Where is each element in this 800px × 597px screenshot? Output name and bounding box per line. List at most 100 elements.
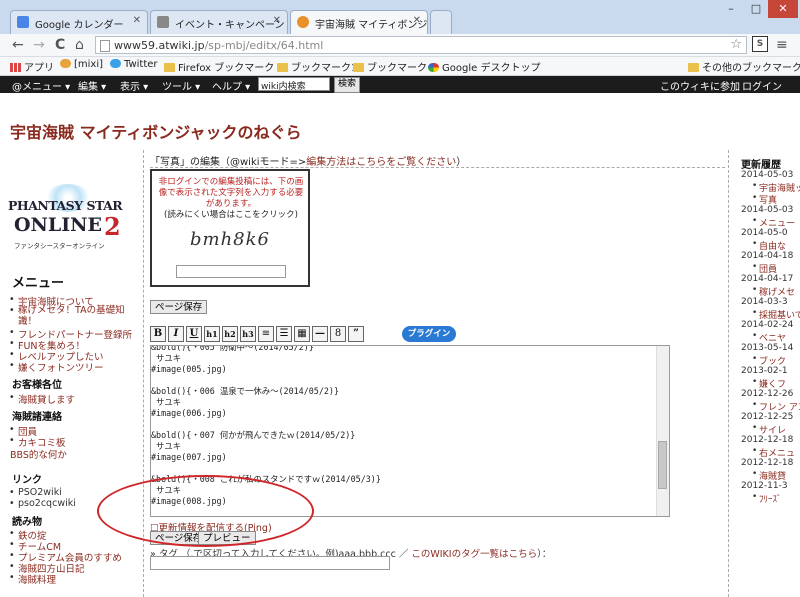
url-text: www59.atwiki.jp/sp-mbj/editx/64.html bbox=[114, 39, 323, 52]
menu-at-menu[interactable]: @メニュー ▾ bbox=[12, 78, 70, 93]
menu-view[interactable]: 表示 ▾ bbox=[120, 78, 148, 93]
captcha-input[interactable] bbox=[176, 265, 286, 278]
menu-item-meseta[interactable]: 稼げメセタ！TAの基礎知識！ bbox=[9, 305, 130, 327]
recent-item[interactable]: ﾌﾘｰｽﾞ bbox=[752, 492, 781, 505]
editor-scrollbar[interactable] bbox=[656, 346, 669, 516]
menu-heading: メニュー bbox=[12, 276, 65, 291]
h3-button[interactable]: h3 bbox=[240, 326, 256, 342]
bookmark-label: ブックマーク1 bbox=[291, 63, 358, 74]
close-icon[interactable]: ✕ bbox=[273, 15, 281, 26]
reload-icon[interactable]: C bbox=[55, 37, 65, 53]
url-host: www59.atwiki.jp bbox=[114, 39, 205, 52]
edit-header-suffix: ） bbox=[456, 157, 467, 168]
edit-header-prefix: 「写真」の編集（@wikiモード=> bbox=[150, 157, 307, 168]
close-window-button[interactable]: ✕ bbox=[768, 0, 798, 18]
h2-button[interactable]: h2 bbox=[222, 326, 238, 342]
bookmark-apps[interactable]: アプリ bbox=[10, 59, 54, 74]
recent-date: 2014-05-03 bbox=[741, 170, 794, 180]
reading-item-cooking[interactable]: 海賊料理 bbox=[9, 572, 56, 586]
google-icon bbox=[428, 63, 439, 72]
links-heading: リンク bbox=[12, 475, 42, 486]
recent-heading: 更新履歴 bbox=[741, 160, 781, 171]
quote-icon[interactable]: ” bbox=[348, 326, 364, 342]
h1-button[interactable]: h1 bbox=[204, 326, 220, 342]
menu-help[interactable]: ヘルプ ▾ bbox=[212, 78, 250, 93]
table-icon[interactable]: ▦ bbox=[294, 326, 310, 342]
recent-date: 2013-02-1 bbox=[741, 366, 788, 376]
scrollbar-thumb[interactable] bbox=[658, 441, 667, 489]
folder-icon bbox=[277, 63, 288, 72]
forward-icon[interactable]: → bbox=[33, 37, 45, 53]
page-icon bbox=[100, 40, 110, 52]
tag-input[interactable] bbox=[150, 556, 390, 570]
wiki-search-input[interactable]: wiki内検索 bbox=[258, 77, 330, 92]
close-icon[interactable]: ✕ bbox=[133, 15, 141, 26]
recent-date: 2014-04-17 bbox=[741, 274, 794, 284]
menu-item-photon-tree[interactable]: 嫌くフォトンツリー bbox=[9, 360, 103, 374]
bookmark-twitter[interactable]: Twitter bbox=[110, 59, 158, 70]
page-title[interactable]: 宇宙海賊 マイティボンジャックのねぐら bbox=[10, 119, 302, 143]
bookmark-mixi[interactable]: [mixi] bbox=[60, 59, 103, 70]
bookmark-label: Firefox ブックマーク bbox=[178, 63, 275, 74]
logo-text-line1: PHANTASY STAR bbox=[8, 198, 123, 213]
tag-list-link[interactable]: このWIKIのタグ一覧はこちら bbox=[411, 549, 537, 560]
tab-google-calendar[interactable]: Google カレンダー ✕ bbox=[10, 10, 148, 34]
underline-button[interactable]: U bbox=[186, 326, 202, 342]
recent-date: 2012-12-26 bbox=[741, 389, 794, 399]
wiki-search-button[interactable]: 検索 bbox=[334, 77, 361, 93]
back-icon[interactable]: ← bbox=[12, 37, 24, 53]
pso2-logo: PHANTASY STAR ONLINE 2 ファンタシースターオンライン bbox=[8, 184, 132, 258]
close-icon[interactable]: ✕ bbox=[413, 15, 421, 26]
bookmark-2[interactable]: ブックマーク bbox=[353, 59, 427, 74]
bookmark-label: Google デスクトップ bbox=[442, 63, 541, 74]
horizontal-rule-icon[interactable]: — bbox=[312, 326, 328, 342]
join-wiki-link[interactable]: このウィキに参加 bbox=[660, 78, 740, 93]
tab-event-campaign[interactable]: イベント・キャンペーン ✕ bbox=[150, 10, 288, 34]
save-page-button[interactable]: ページ保存 bbox=[150, 300, 208, 314]
recent-date: 2012-12-25 bbox=[741, 412, 794, 422]
edit-help-link[interactable]: 編集方法はこちらをご覧ください bbox=[306, 157, 456, 168]
new-tab-button[interactable] bbox=[430, 10, 452, 34]
bookmark-firefox[interactable]: Firefox ブックマーク bbox=[164, 59, 274, 74]
mixi-icon bbox=[60, 59, 71, 68]
wiki-menu-bar: @メニュー ▾ 編集 ▾ 表示 ▾ ツール ▾ ヘルプ ▾ wiki内検索 検索… bbox=[0, 76, 800, 93]
captcha-instruction: 非ログインでの編集投稿には、下の画像で表示された文字列を入力する必要があります。 bbox=[158, 177, 304, 209]
bookmark-other[interactable]: その他のブックマーク bbox=[688, 59, 800, 74]
extension-icon[interactable]: S bbox=[752, 36, 768, 52]
italic-button[interactable]: I bbox=[168, 326, 184, 342]
bullet-list-icon[interactable]: ≡ bbox=[258, 326, 274, 342]
plugin-button[interactable]: プラグイン bbox=[402, 326, 456, 342]
logo-subtitle: ファンタシースターオンライン bbox=[14, 242, 105, 250]
bookmark-label: その他のブックマーク bbox=[702, 63, 800, 74]
maximize-button[interactable]: □ bbox=[744, 0, 768, 18]
login-link[interactable]: ログイン bbox=[742, 78, 782, 93]
star-icon[interactable]: ☆ bbox=[730, 37, 742, 52]
tag-suffix: ）： bbox=[537, 549, 552, 560]
browser-tab-strip: Google カレンダー ✕ イベント・キャンペーン ✕ 宇宙海賊 マイティボン… bbox=[0, 0, 800, 34]
numbered-list-icon[interactable]: ☰ bbox=[276, 326, 292, 342]
guests-heading: お客様各位 bbox=[12, 380, 62, 391]
recent-date: 2014-04-18 bbox=[741, 251, 794, 261]
recent-date: 2012-12-18 bbox=[741, 458, 794, 468]
recent-date: 2014-03-3 bbox=[741, 297, 788, 307]
bold-button[interactable]: B bbox=[150, 326, 166, 342]
contact-item-bbs[interactable]: BBS的な何か bbox=[10, 447, 67, 461]
captcha-hint[interactable]: (読みにくい場合はここをクリック) bbox=[164, 210, 298, 220]
bookmark-google-desktop[interactable]: Google デスクトップ bbox=[428, 59, 540, 74]
bookmark-label: アプリ bbox=[24, 63, 54, 74]
menu-edit[interactable]: 編集 ▾ bbox=[78, 78, 106, 93]
menu-icon[interactable]: ≡ bbox=[776, 37, 788, 53]
link-pso2wiki[interactable]: PSO2wiki bbox=[9, 487, 62, 498]
home-icon[interactable]: ⌂ bbox=[75, 37, 84, 53]
link-pso2cqcwiki[interactable]: pso2cqcwiki bbox=[9, 498, 76, 509]
url-path: /sp-mbj/editx/64.html bbox=[204, 39, 324, 52]
menu-tools[interactable]: ツール ▾ bbox=[162, 78, 200, 93]
bookmark-1[interactable]: ブックマーク1 bbox=[277, 59, 357, 74]
recent-date: 2014-05-03 bbox=[741, 205, 794, 215]
guests-item-rent[interactable]: 海賊貸します bbox=[9, 392, 75, 406]
address-bar[interactable]: www59.atwiki.jp/sp-mbj/editx/64.html ☆ bbox=[95, 36, 747, 54]
link-icon[interactable]: 8 bbox=[330, 326, 346, 342]
minimize-button[interactable]: – bbox=[718, 0, 744, 18]
tab-label: Google カレンダー bbox=[35, 20, 124, 31]
tab-active-wiki[interactable]: 宇宙海賊 マイティボンジ ✕ bbox=[290, 10, 428, 34]
